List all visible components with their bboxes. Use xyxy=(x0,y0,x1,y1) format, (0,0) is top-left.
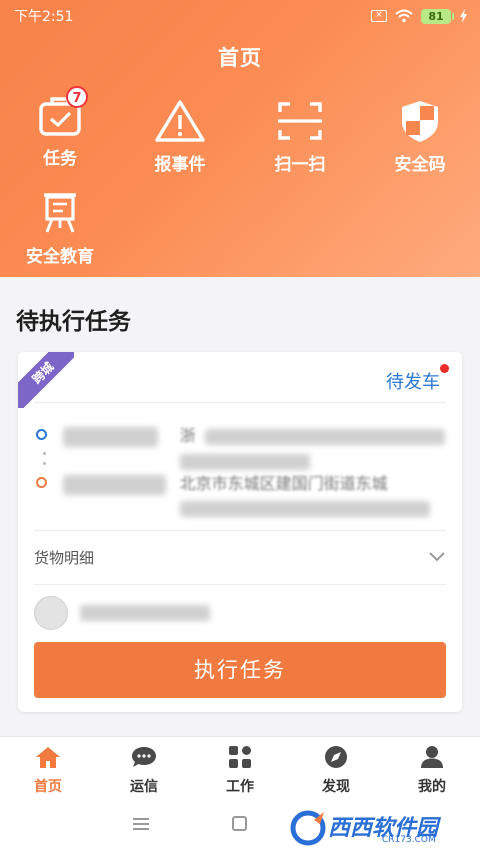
divider xyxy=(34,402,446,403)
wifi-icon xyxy=(395,9,413,23)
warning-triangle-icon xyxy=(150,98,210,144)
sim-off-icon: × xyxy=(371,10,387,22)
tab-messages[interactable]: 运信 xyxy=(96,737,192,798)
corner-ribbon: 跨城 xyxy=(18,352,74,408)
origin-address-redacted xyxy=(204,428,445,445)
route-dot xyxy=(43,462,46,465)
quick-action-report-event[interactable]: 报事件 xyxy=(125,98,235,175)
quick-action-label: 安全教育 xyxy=(26,247,94,267)
quick-action-safety-code[interactable]: 安全码 xyxy=(365,98,475,175)
tab-home[interactable]: 首页 xyxy=(0,737,96,798)
destination-name-redacted xyxy=(63,475,166,495)
contact-name-redacted xyxy=(80,605,210,621)
charging-icon xyxy=(460,9,467,23)
tab-label: 运信 xyxy=(130,779,158,795)
origin-address-text: 浙 xyxy=(179,426,196,445)
origin-dot-icon xyxy=(36,429,47,440)
execute-task-button[interactable]: 执行任务 xyxy=(34,642,446,698)
destination-row: 北京市东城区建国门街道东城 xyxy=(36,472,446,517)
task-card[interactable]: 跨城 待发车 浙 北京市东城区建国门街道东城 货物明细 执行任务 xyxy=(18,352,462,712)
chevron-down-icon xyxy=(429,552,445,562)
tab-label: 发现 xyxy=(322,779,350,795)
destination-address-text: 北京市东城区建国门街道东城 xyxy=(179,474,388,493)
shield-icon xyxy=(390,98,450,144)
divider xyxy=(34,530,446,531)
header: 下午2:51 × 81 首页 7 任务 报事件 扫一扫 安全码 安全教育 xyxy=(0,0,480,277)
home-button-icon[interactable] xyxy=(232,816,247,831)
quick-action-label: 任务 xyxy=(43,149,77,169)
briefcase-icon: 7 xyxy=(30,86,90,138)
bottom-tab-bar: 首页 运信 工作 发现 我的 xyxy=(0,736,480,798)
contact-row xyxy=(34,596,210,630)
quick-action-label: 安全码 xyxy=(394,155,446,175)
tab-label: 工作 xyxy=(226,779,254,795)
status-icons: × 81 xyxy=(371,8,468,24)
scan-icon xyxy=(270,98,330,144)
page-title: 首页 xyxy=(218,46,262,70)
quick-action-label: 扫一扫 xyxy=(274,155,326,175)
divider xyxy=(34,584,446,585)
home-icon xyxy=(36,747,60,768)
status-bar: 下午2:51 × 81 xyxy=(0,0,480,32)
tab-label: 首页 xyxy=(34,779,62,795)
quick-action-scan[interactable]: 扫一扫 xyxy=(245,98,355,175)
goods-detail-label: 货物明细 xyxy=(34,548,95,567)
avatar xyxy=(34,596,68,630)
tab-discover[interactable]: 发现 xyxy=(288,737,384,798)
compass-icon xyxy=(325,746,347,768)
origin-address-redacted-2 xyxy=(179,454,310,470)
destination-dot-icon xyxy=(36,477,47,488)
origin-address: 浙 xyxy=(179,424,446,470)
origin-name-redacted xyxy=(63,427,158,447)
task-count-badge: 7 xyxy=(66,86,88,108)
quick-action-safety-education[interactable]: 安全教育 xyxy=(5,190,115,267)
watermark-subtext: CR173.COM xyxy=(382,835,436,845)
tab-mine[interactable]: 我的 xyxy=(384,737,480,798)
quick-action-tasks[interactable]: 7 任务 xyxy=(5,86,115,169)
corner-tag: 跨城 xyxy=(18,352,74,408)
destination-address-redacted xyxy=(179,501,430,517)
origin-row: 浙 xyxy=(36,424,446,470)
chat-icon xyxy=(132,747,156,767)
status-time: 下午2:51 xyxy=(14,9,74,25)
unread-dot xyxy=(440,364,449,373)
tab-work[interactable]: 工作 xyxy=(192,737,288,798)
route-dot xyxy=(43,452,46,455)
watermark-logo: 西西软件园 CR173.COM xyxy=(290,808,460,848)
destination-address: 北京市东城区建国门街道东城 xyxy=(179,472,446,517)
menu-icon[interactable] xyxy=(133,818,149,830)
task-status: 待发车 xyxy=(386,372,440,393)
tab-label: 我的 xyxy=(418,779,446,795)
section-title: 待执行任务 xyxy=(16,309,131,335)
easel-icon xyxy=(30,190,90,236)
battery-indicator: 81 xyxy=(421,8,454,24)
user-icon xyxy=(421,746,443,768)
grid-icon xyxy=(229,746,251,768)
goods-detail-row[interactable]: 货物明细 xyxy=(34,539,446,575)
quick-action-label: 报事件 xyxy=(154,155,206,175)
